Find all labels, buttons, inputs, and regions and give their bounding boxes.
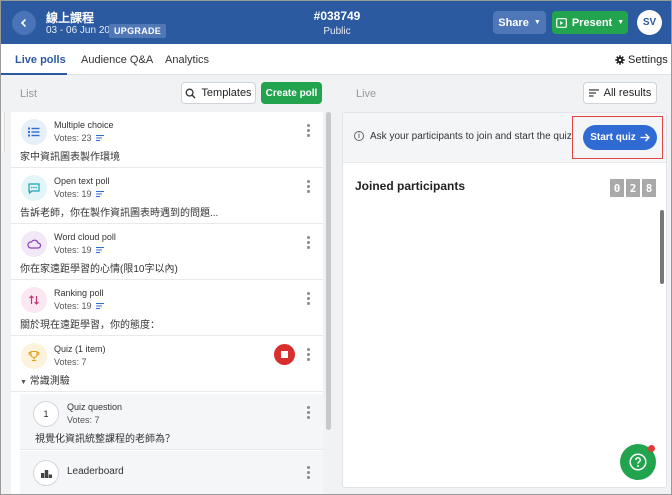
tab-audience-qa[interactable]: Audience Q&A <box>81 54 153 66</box>
more-options-icon[interactable] <box>305 236 311 251</box>
tab-bar: Live polls Audience Q&A Analytics Settin… <box>1 44 671 75</box>
templates-button[interactable]: Templates <box>181 82 256 104</box>
gear-icon <box>615 55 625 65</box>
info-icon: i <box>354 131 364 141</box>
user-avatar[interactable]: SV <box>637 10 662 35</box>
poll-votes: Votes: 19 <box>54 189 104 199</box>
poll-type-label: Multiple choice <box>54 120 114 130</box>
poll-item-quiz[interactable]: Quiz (1 item) Votes: 7 ▼ 常識測驗 <box>11 336 323 392</box>
poll-question: 家中資訊圖表製作環境 <box>20 152 120 163</box>
active-tab-indicator <box>1 73 67 75</box>
counter-digit: 0 <box>610 179 624 197</box>
poll-votes-count: Votes: 19 <box>54 189 92 199</box>
create-poll-button[interactable]: Create poll <box>261 82 322 104</box>
poll-type-label: Open text poll <box>54 176 110 186</box>
more-options-icon[interactable] <box>305 124 311 139</box>
poll-votes: Votes: 19 <box>54 245 104 255</box>
top-bar: 線上課程 03 - 06 Jun 2021 UPGRADE #038749 Pu… <box>1 1 671 44</box>
poll-votes: Votes: 19 <box>54 301 104 311</box>
cloud-icon <box>21 231 47 257</box>
all-results-button[interactable]: All results <box>583 82 657 104</box>
caret-down-icon: ▼ <box>20 379 27 386</box>
live-panel: i Ask your participants to join and star… <box>342 112 667 488</box>
poll-type-label: Ranking poll <box>54 288 104 298</box>
results-lines-icon <box>95 191 104 197</box>
list-icon <box>21 119 47 145</box>
start-quiz-label: Start quiz <box>590 132 636 143</box>
share-label: Share <box>498 16 529 29</box>
results-lines-icon <box>95 247 104 253</box>
list-section-label: List <box>20 88 38 100</box>
quiz-group-title: 常識測驗 <box>29 376 70 387</box>
poll-votes: Votes: 7 <box>54 357 87 367</box>
poll-item-word-cloud[interactable]: Word cloud poll Votes: 19 你在家遠距學習的心情(限10… <box>11 224 323 280</box>
sort-arrows-icon <box>21 287 47 313</box>
quiz-question-item[interactable]: 1 Quiz question Votes: 7 視覺化資訊統整課程的老師為？ <box>20 394 323 450</box>
live-section-label: Live <box>356 88 377 100</box>
templates-label: Templates <box>201 87 252 99</box>
present-screen-icon <box>555 17 567 28</box>
poll-votes-count: Votes: 23 <box>54 133 92 143</box>
more-options-icon[interactable] <box>305 180 311 195</box>
question-mark-icon <box>629 453 647 471</box>
poll-list-scrollbar[interactable] <box>326 112 331 430</box>
present-button[interactable]: Present ▼ <box>552 11 628 34</box>
leaderboard-label: Leaderboard <box>67 466 124 477</box>
app-window: 線上課程 03 - 06 Jun 2021 UPGRADE #038749 Pu… <box>0 0 672 495</box>
quiz-info-bar: i Ask your participants to join and star… <box>343 113 666 163</box>
all-results-label: All results <box>603 87 652 99</box>
caret-down-icon: ▼ <box>533 19 541 26</box>
trophy-icon <box>21 343 47 369</box>
live-panel-scrollbar[interactable] <box>660 210 664 284</box>
stop-quiz-button[interactable] <box>274 344 295 365</box>
quiz-group-toggle[interactable]: ▼ 常識測驗 <box>20 372 70 387</box>
poll-question: 關於現在遠距學習，你的態度： <box>20 320 160 331</box>
leaderboard-podium-icon <box>33 460 59 486</box>
search-icon <box>185 88 196 98</box>
chat-bubble-icon <box>21 175 47 201</box>
more-options-icon[interactable] <box>305 466 311 481</box>
results-lines-icon <box>95 135 104 141</box>
poll-type-label: Quiz question <box>67 402 123 412</box>
joined-participants-title: Joined participants <box>355 179 466 193</box>
poll-votes-count: Votes: 7 <box>54 357 87 367</box>
more-options-icon[interactable] <box>305 292 311 307</box>
tab-analytics[interactable]: Analytics <box>165 54 209 66</box>
poll-item-open-text[interactable]: Open text poll Votes: 19 告訴老師，你在製作資訊圖表時遇… <box>11 168 323 224</box>
results-lines-icon <box>588 89 599 97</box>
leaderboard-item[interactable]: Leaderboard <box>20 451 323 494</box>
tab-live-polls[interactable]: Live polls <box>15 54 66 66</box>
poll-votes-count: Votes: 19 <box>54 301 92 311</box>
poll-question: 視覺化資訊統整課程的老師為？ <box>35 434 175 445</box>
question-number-badge: 1 <box>33 401 59 427</box>
settings-button[interactable]: Settings <box>615 54 668 66</box>
poll-votes: Votes: 23 <box>54 133 104 143</box>
poll-question: 告訴老師，你在製作資訊圖表時遇到的問題... <box>20 208 219 219</box>
counter-digit: 2 <box>626 179 640 197</box>
notification-dot <box>648 445 655 452</box>
collapsed-side-handle[interactable] <box>1 112 5 152</box>
arrow-right-icon <box>640 133 650 142</box>
present-label: Present <box>571 16 613 29</box>
stop-icon <box>281 351 288 358</box>
poll-item-ranking[interactable]: Ranking poll Votes: 19 關於現在遠距學習，你的態度： <box>11 280 323 336</box>
settings-label: Settings <box>628 54 668 66</box>
poll-type-label: Quiz (1 item) <box>54 344 106 354</box>
participant-counter: 0 2 8 <box>610 179 656 197</box>
more-options-icon[interactable] <box>305 348 311 363</box>
poll-votes-count: Votes: 19 <box>54 245 92 255</box>
start-quiz-button[interactable]: Start quiz <box>583 125 657 150</box>
caret-down-icon: ▼ <box>617 19 625 26</box>
more-options-icon[interactable] <box>305 406 311 421</box>
poll-type-label: Word cloud poll <box>54 232 116 242</box>
quiz-info-text: Ask your participants to join and start … <box>370 131 572 142</box>
results-lines-icon <box>95 303 104 309</box>
poll-item-multiple-choice[interactable]: Multiple choice Votes: 23 家中資訊圖表製作環境 <box>11 112 323 168</box>
counter-digit: 8 <box>642 179 656 197</box>
poll-votes: Votes: 7 <box>67 415 100 425</box>
poll-votes-count: Votes: 7 <box>67 415 100 425</box>
share-button[interactable]: Share ▼ <box>493 11 546 34</box>
poll-question: 你在家遠距學習的心情(限10字以內) <box>20 264 178 275</box>
poll-list: Multiple choice Votes: 23 家中資訊圖表製作環境 Ope… <box>11 112 323 494</box>
